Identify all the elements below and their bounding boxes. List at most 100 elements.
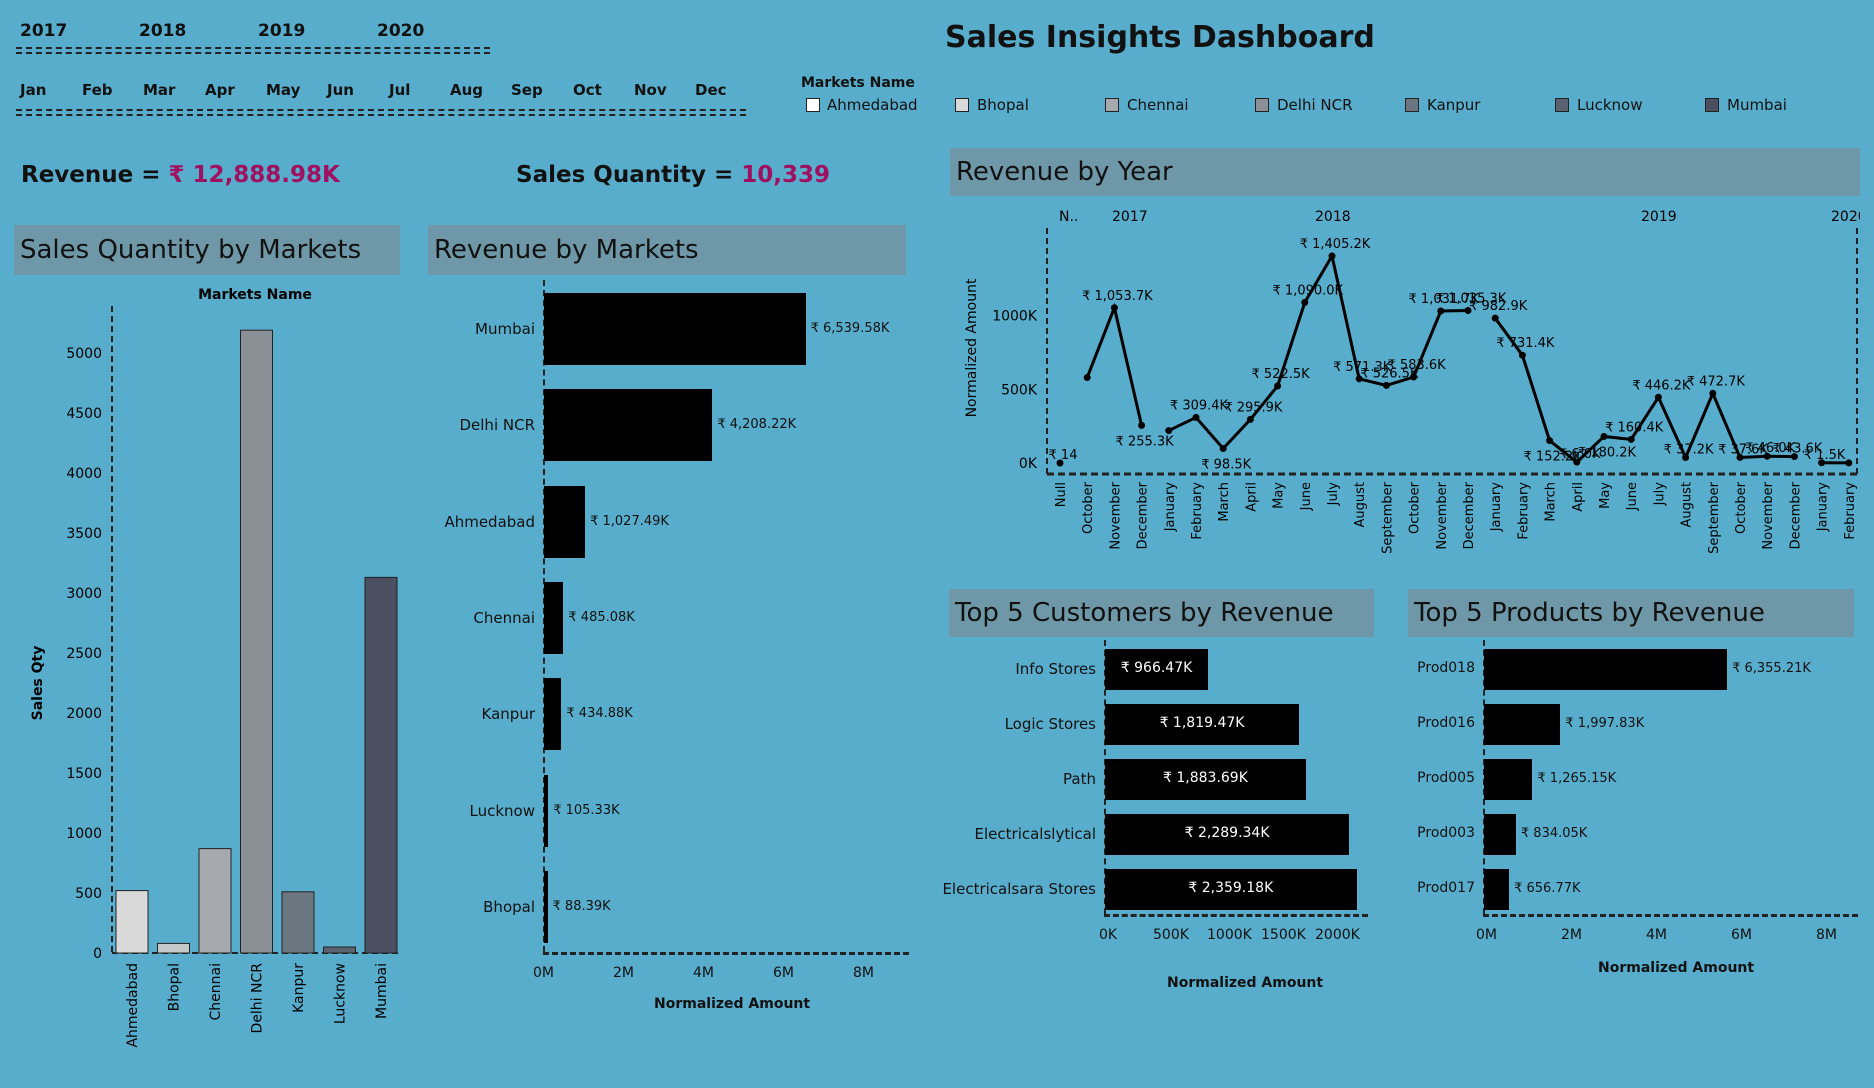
x-tick-label: December — [1136, 481, 1151, 549]
x-tick-label: 6M — [773, 965, 794, 981]
dashboard-title: Sales Insights Dashboard — [945, 20, 1375, 55]
year-option-2020[interactable]: 2020 — [377, 21, 424, 41]
legend-swatch-chennai[interactable] — [1105, 98, 1119, 112]
quantity-kpi: Sales Quantity = 10,339 — [516, 162, 830, 188]
bar-value-label: ₹ 4,208.22K — [717, 417, 797, 433]
x-tick-label: 4M — [1646, 927, 1667, 943]
bar-delhi-ncr — [544, 389, 713, 462]
x-tick-label: 2000K — [1315, 927, 1360, 943]
y-tick-label: 1500 — [66, 766, 102, 782]
x-tick-label: 2M — [1561, 927, 1582, 943]
bar-chennai — [544, 581, 564, 654]
year-header: N.. — [1059, 209, 1078, 225]
x-tick-label: February — [1516, 482, 1531, 540]
y-tick-label: 500 — [75, 886, 102, 902]
x-tick-label: March — [1217, 482, 1232, 522]
month-option-nov[interactable]: Nov — [634, 81, 667, 99]
y-tick-label: 4500 — [66, 406, 102, 422]
bar-value-label: ₹ 105.33K — [553, 802, 620, 818]
category-label: Prod005 — [1417, 770, 1475, 786]
x-tick-label: 500K — [1153, 927, 1189, 943]
category-label: Ahmedabad — [444, 512, 535, 531]
x-tick-label: December — [1462, 481, 1477, 549]
month-option-jan[interactable]: Jan — [20, 81, 46, 99]
x-tick-label: 8M — [1816, 927, 1837, 943]
x-tick-label: July — [1652, 482, 1667, 507]
year-header: 2020 — [1831, 209, 1860, 225]
x-tick-label: August — [1353, 482, 1368, 528]
revenue-year-chart: N.. 2017 2018 2019 2020 0K 500K 1000K Normalized… — [964, 209, 1860, 554]
year-header: 2018 — [1315, 209, 1351, 225]
x-tick-label: February — [1843, 482, 1858, 540]
bar-value-label: ₹ 1,027.49K — [590, 513, 669, 529]
month-option-mar[interactable]: Mar — [143, 81, 175, 99]
month-option-apr[interactable]: Apr — [205, 81, 235, 99]
x-tick-label: October — [1081, 481, 1096, 534]
x-tick-label: November — [1435, 481, 1450, 549]
month-option-oct[interactable]: Oct — [573, 81, 602, 99]
legend-label-chennai: Chennai — [1127, 96, 1189, 114]
bar-value-label: ₹ 1,883.69K — [1163, 770, 1248, 786]
x-tick-label: April — [1244, 482, 1259, 512]
x-tick-label: 4M — [693, 965, 714, 981]
year-option-2019[interactable]: 2019 — [258, 21, 305, 41]
y-tick-label: 1000 — [66, 826, 102, 842]
x-tick-label: September — [1380, 481, 1395, 554]
y-tick-label: 5000 — [66, 346, 102, 362]
x-tick-label: Lucknow — [333, 963, 349, 1024]
month-option-jul[interactable]: Jul — [389, 81, 410, 99]
revenue-kpi: Revenue = ₹ 12,888.98K — [21, 162, 340, 188]
bar-kanpur — [281, 891, 315, 954]
y-tick-label: 2000 — [66, 706, 102, 722]
y-tick-label: 0 — [93, 946, 102, 962]
markets-filter-title: Markets Name — [801, 75, 915, 91]
bar-prod016 — [1484, 703, 1561, 745]
bar-mumbai — [544, 293, 806, 365]
ahmedabad-checkbox[interactable] — [806, 98, 820, 112]
x-axis-line — [543, 952, 909, 955]
legend-label-bhopal: Bhopal — [977, 96, 1029, 114]
bar-value-label: ₹ 1,265.15K — [1537, 771, 1617, 786]
legend-swatch-lucknow[interactable] — [1555, 98, 1569, 112]
x-tick-label: November — [1108, 481, 1123, 549]
legend-swatch-kanpur[interactable] — [1405, 98, 1419, 112]
month-option-feb[interactable]: Feb — [82, 81, 113, 99]
bar-bhopal — [544, 870, 548, 943]
revenue-year-panel-title: Revenue by Year — [950, 148, 1860, 196]
month-option-dec[interactable]: Dec — [695, 81, 727, 99]
bar-prod017 — [1484, 868, 1510, 910]
year-header: 2017 — [1112, 209, 1148, 225]
y-tick-label: 4000 — [66, 466, 102, 482]
x-axis-title: Normalized Amount — [654, 996, 811, 1012]
x-axis-line — [1483, 914, 1858, 917]
x-tick-label: October — [1408, 481, 1423, 534]
bar-value-label: ₹ 434.88K — [566, 706, 633, 722]
year-option-2018[interactable]: 2018 — [139, 21, 186, 41]
legend-swatch-mumbai[interactable] — [1705, 98, 1719, 112]
y-tick-label: 3500 — [66, 526, 102, 542]
bar-mumbai — [364, 576, 398, 954]
month-option-aug[interactable]: Aug — [450, 81, 483, 99]
series-line-2017 — [1085, 302, 1144, 426]
month-slider[interactable] — [16, 109, 746, 116]
revenue-kpi-label: Revenue = — [21, 162, 169, 188]
month-option-jun[interactable]: Jun — [327, 81, 354, 99]
legend-swatch-delhi-ncr[interactable] — [1255, 98, 1269, 112]
category-label: Logic Stores — [1004, 715, 1096, 733]
x-tick-label: Kanpur — [291, 963, 307, 1013]
month-option-may[interactable]: May — [266, 81, 300, 99]
x-tick-label: October — [1734, 481, 1749, 534]
bar-prod003 — [1484, 813, 1516, 855]
year-option-2017[interactable]: 2017 — [20, 21, 67, 41]
y-axis-title: Normalized Amount — [964, 278, 980, 417]
category-label: Lucknow — [469, 801, 536, 820]
month-option-sep[interactable]: Sep — [511, 81, 543, 99]
x-tick-label: June — [1625, 482, 1640, 511]
point-label: ₹ 446.2K — [1632, 378, 1691, 393]
legend-swatch-bhopal[interactable] — [955, 98, 969, 112]
x-tick-label: September — [1707, 481, 1722, 554]
x-axis-title: Normalized Amount — [1167, 975, 1324, 991]
customers-panel-title: Top 5 Customers by Revenue — [949, 589, 1374, 637]
year-slider[interactable] — [16, 47, 490, 54]
point-label: ₹ 98.5K — [1201, 457, 1251, 472]
